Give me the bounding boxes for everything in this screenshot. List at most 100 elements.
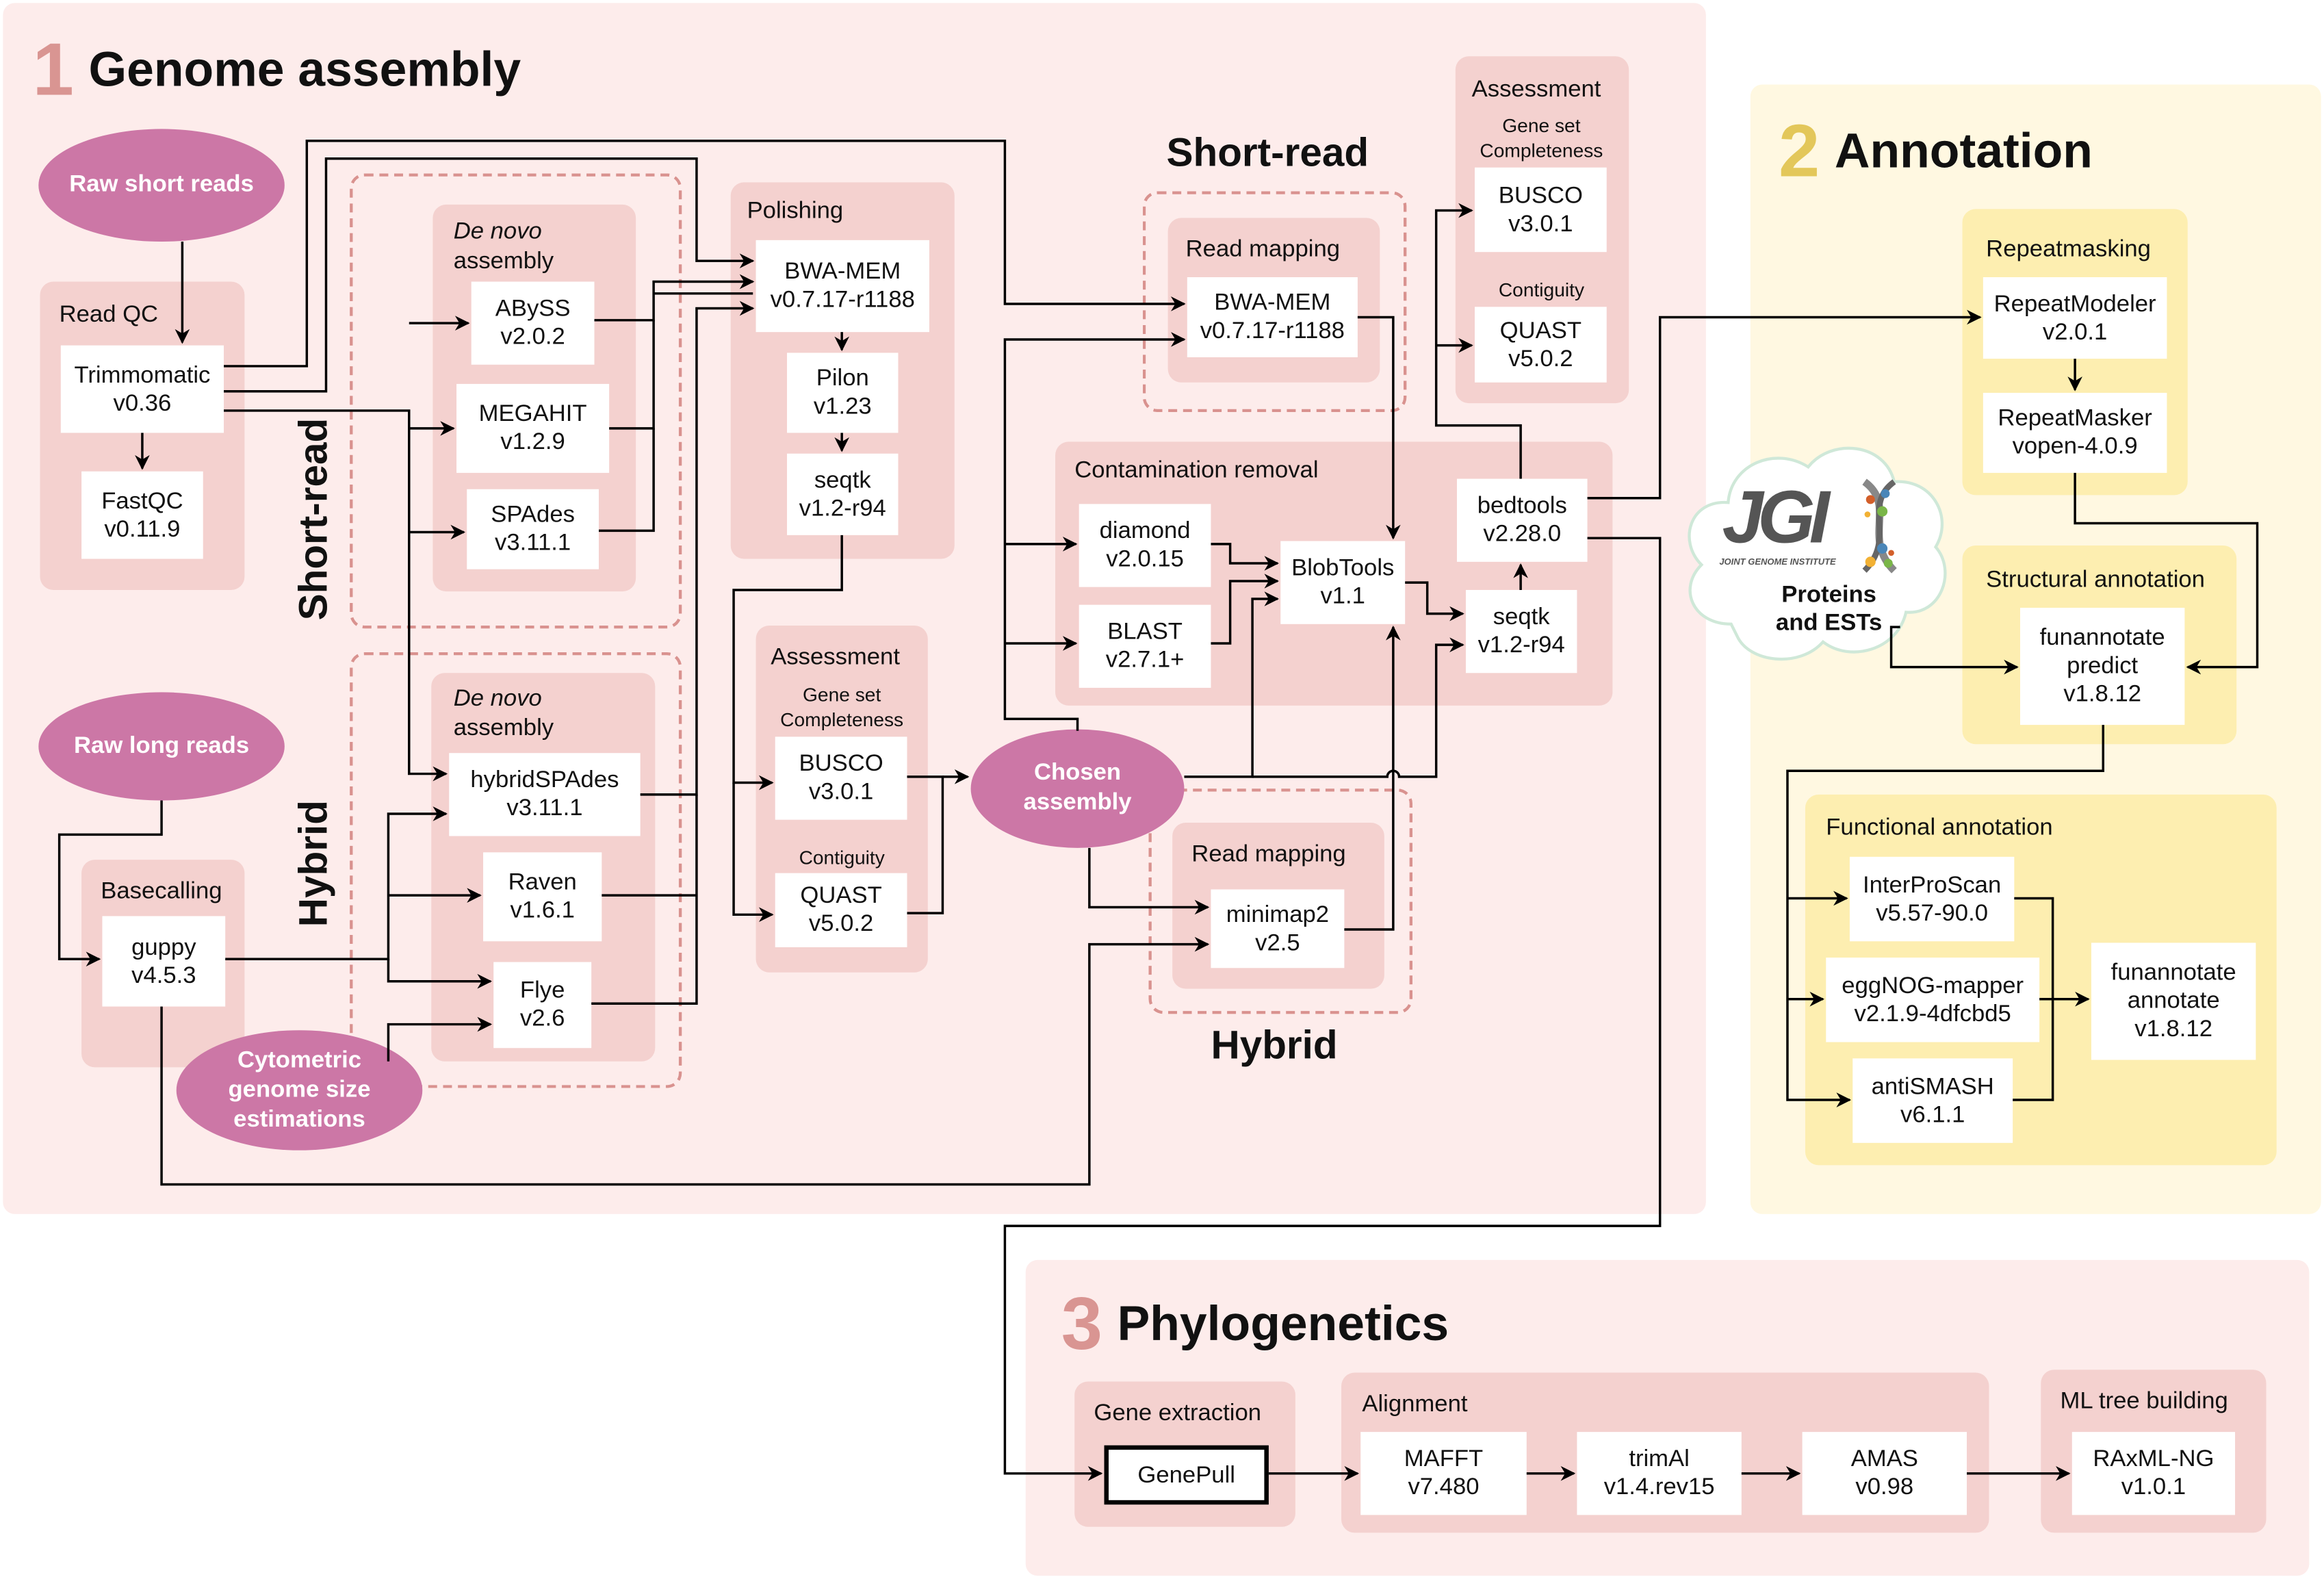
tool-trimmomatic[interactable]: Trimmomatic v0.36 [60,345,224,433]
tool-version: v1.2-r94 [799,496,886,522]
tool-version: v6.1.1 [1900,1102,1965,1128]
track-label-short-read: Short-read [291,418,336,621]
tool-raxml-ng[interactable]: RAxML-NG v1.0.1 [2071,1432,2236,1515]
sub-label-contiguity: Contiguity [1498,279,1585,301]
tool-seqtk-polish[interactable]: seqtk v1.2-r94 [787,453,899,535]
group-label-alignment: Alignment [1362,1391,1468,1417]
tool-guppy[interactable]: guppy v4.5.3 [102,916,226,1007]
tool-blobtools[interactable]: BlobTools v1.1 [1280,541,1406,624]
tool-version: v1.4.rev15 [1603,1474,1715,1500]
tool-version: v1.8.12 [2134,1016,2212,1042]
label-rest: assembly [453,716,554,741]
tool-name: BWA-MEM [1214,290,1331,316]
tool-version: v1.2.9 [500,430,565,455]
tool-name: BUSCO [799,752,883,777]
tool-name: Trimmomatic [74,362,211,388]
tool-seqtk-contamination[interactable]: seqtk v1.2-r94 [1465,589,1577,673]
label-rest: assembly [453,248,554,274]
tool-abyss[interactable]: ABySS v2.0.2 [471,281,595,365]
tool-flye[interactable]: Flye v2.6 [493,962,592,1049]
group-label-repeatmasking: Repeatmasking [1986,237,2151,263]
tool-name: Raven [508,870,577,896]
tool-trimal[interactable]: trimAl v1.4.rev15 [1577,1432,1742,1515]
sub-label-contiguity: Contiguity [799,846,885,869]
tool-name: MAFFT [1404,1446,1484,1472]
tool-megahit[interactable]: MEGAHIT v1.2.9 [456,383,610,473]
tool-bwa-mem-polish[interactable]: BWA-MEM v0.7.17-r1188 [756,240,929,333]
tool-eggnog-mapper[interactable]: eggNOG-mapper v2.1.9-4dfcbd5 [1826,958,2040,1042]
tool-minimap2[interactable]: minimap2 v2.5 [1211,889,1345,968]
tool-version: v1.0.1 [2121,1474,2186,1500]
sub-label-completeness: Gene set Completeness [1480,114,1603,162]
label-line1: Proteins [1781,582,1876,608]
tool-funannotate-annotate[interactable]: funannotate annotate v1.8.12 [2091,942,2256,1060]
section-title: Genome assembly [88,41,521,97]
group-label-assessment-mid: Assessment [771,645,900,670]
tool-name: seqtk [1493,604,1550,630]
tool-version: v1.2-r94 [1477,632,1565,658]
group-label-de-novo-short: De novo assembly [454,218,554,277]
tool-version: v2.0.15 [1106,547,1184,572]
tool-bedtools[interactable]: bedtools v2.28.0 [1456,478,1588,562]
tool-quast-mid[interactable]: QUAST v5.0.2 [775,873,907,947]
tool-genepull[interactable]: GenePull [1104,1445,1269,1505]
group-label-contamination-removal: Contamination removal [1074,458,1319,484]
workflow-diagram: 1 Genome assembly 2 Annotation 3 Phylogenet… [0,0,2324,1579]
tool-version: v3.0.1 [1508,211,1573,237]
tool-hybridspades[interactable]: hybridSPAdes v3.11.1 [449,753,641,836]
mapping-label-short-read: Short-read [1166,130,1369,175]
input-raw-long-reads[interactable]: Raw long reads [38,692,285,801]
tool-version: v0.98 [1855,1474,1914,1500]
tool-repeatmasker[interactable]: RepeatMasker vopen-4.0.9 [1983,392,2167,473]
tool-quast-top[interactable]: QUAST v5.0.2 [1474,307,1607,383]
tool-repeatmodeler[interactable]: RepeatModeler v2.0.1 [1983,277,2167,359]
tool-subcommand: annotate [2127,988,2220,1014]
chosen-assembly[interactable]: Chosen assembly [970,729,1185,848]
jgi-logo-text: JGI [1722,476,1830,559]
tool-mafft[interactable]: MAFFT v7.480 [1360,1432,1527,1515]
tool-busco-mid[interactable]: BUSCO v3.0.1 [775,736,907,820]
track-label-hybrid: Hybrid [291,799,336,927]
tool-raven[interactable]: Raven v1.6.1 [483,852,602,942]
group-label-gene-extraction: Gene extraction [1094,1400,1261,1426]
tool-name: BLAST [1107,619,1183,645]
jgi-logo-subtitle: JOINT GENOME INSTITUTE [1719,559,1836,568]
tool-version: v5.0.2 [808,911,874,937]
tool-version: v1.8.12 [2063,682,2142,708]
label-italic: De novo [453,686,542,712]
mapping-label-hybrid: Hybrid [1211,1023,1338,1068]
tool-spades[interactable]: SPAdes v3.11.1 [467,489,599,569]
dna-helix-icon [1862,478,1897,574]
section-title: Annotation [1834,123,2093,178]
tool-version: v3.11.1 [495,530,571,556]
group-label-read-mapping-short: Read mapping [1185,237,1341,263]
section-title: Phylogenetics [1117,1295,1449,1351]
tool-interproscan[interactable]: InterProScan v5.57-90.0 [1849,856,2015,942]
tool-amas[interactable]: AMAS v0.98 [1802,1432,1967,1515]
group-label-polishing: Polishing [747,198,844,224]
tool-fastqc[interactable]: FastQC v0.11.9 [81,471,203,559]
tool-version: v2.5 [1255,930,1300,955]
section-title-phylogenetics: 3 Phylogenetics [1061,1281,1449,1367]
tool-version: v1.1 [1320,584,1365,610]
input-raw-short-reads[interactable]: Raw short reads [38,129,285,242]
tool-version: v2.1.9-4dfcbd5 [1854,1001,2011,1027]
tool-name: Pilon [816,365,869,391]
tool-version: v2.28.0 [1483,522,1562,548]
tool-busco-top[interactable]: BUSCO v3.0.1 [1474,167,1607,253]
section-number: 1 [32,28,74,112]
tool-version: v4.5.3 [131,962,196,988]
tool-pilon[interactable]: Pilon v1.23 [787,352,899,433]
tool-funannotate-predict[interactable]: funannotate predict v1.8.12 [2019,607,2185,726]
tool-subcommand: predict [2067,654,2139,679]
tool-version: v5.57-90.0 [1876,900,1988,926]
tool-name: BlobTools [1291,556,1395,581]
tool-diamond[interactable]: diamond v2.0.15 [1079,504,1211,587]
tool-antismash[interactable]: antiSMASH v6.1.1 [1852,1058,2013,1143]
input-cytometric-genome-size[interactable]: Cytometric genome size estimations [176,1030,423,1151]
tool-version: v2.6 [519,1006,565,1032]
chosen-assembly-label: Chosen assembly [1023,760,1132,816]
tool-blast[interactable]: BLAST v2.7.1+ [1079,604,1211,688]
tool-bwa-mem-mapping[interactable]: BWA-MEM v0.7.17-r1188 [1187,277,1358,357]
sub-label-completeness: Gene set Completeness [780,683,904,731]
